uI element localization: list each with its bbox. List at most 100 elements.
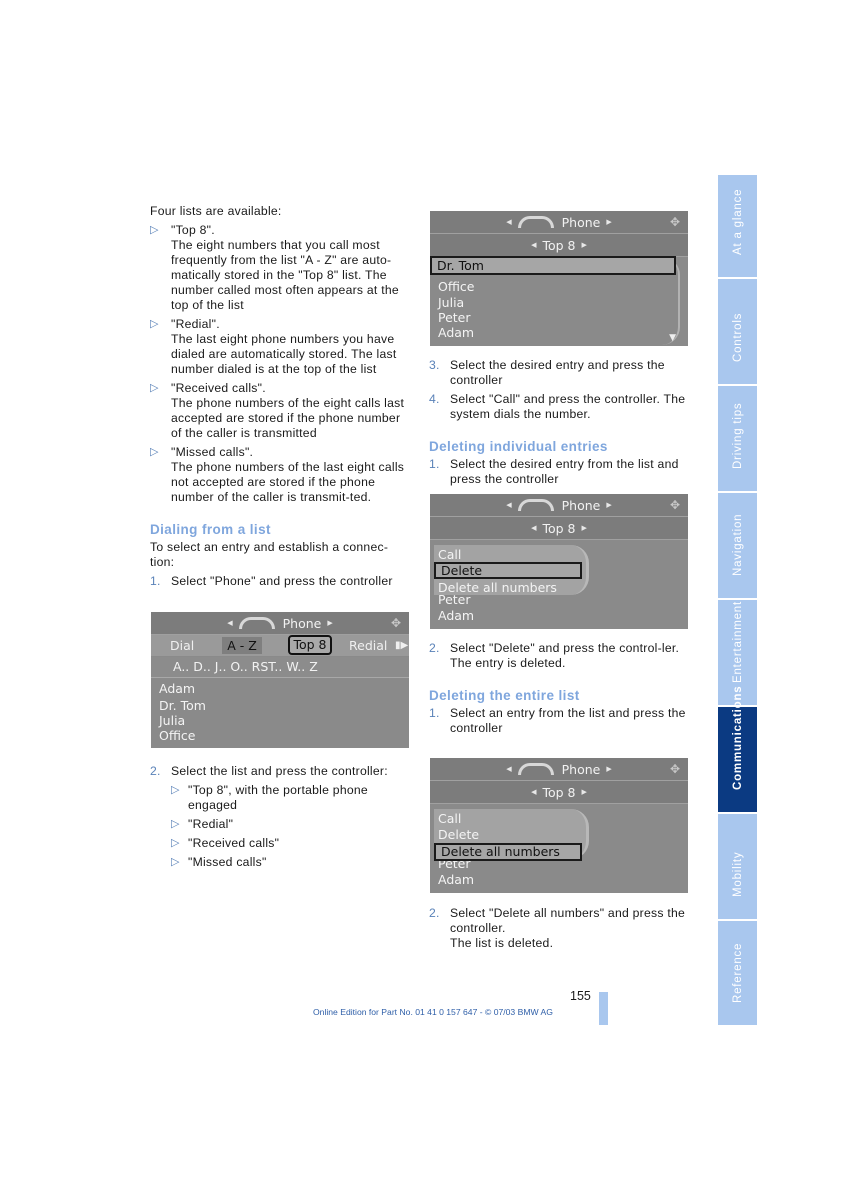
dialing-intro: To select an entry and establish a conne…	[150, 540, 389, 569]
step-text: Select "Call" and press the controller. …	[450, 392, 686, 421]
contact-entry[interactable]: Julia	[438, 295, 464, 310]
menu-item-delete[interactable]: Delete	[434, 562, 582, 579]
chapter-tab-label: Communications	[731, 685, 744, 791]
delete-individual-step-1: 1. Select the desired entry from the lis…	[429, 457, 691, 487]
delete-individual-step-2: 2. Select "Delete" and press the control…	[429, 641, 691, 671]
contact-entry[interactable]: Peter	[438, 310, 471, 325]
chapter-tab-label: Controls	[731, 312, 744, 362]
contact-entry[interactable]: Office	[438, 279, 475, 294]
nav-left-icon: ◀	[506, 501, 512, 509]
step-number: 2.	[429, 641, 440, 655]
screen-title-bar: ◀ Phone ▶	[430, 494, 688, 517]
scroll-down-icon[interactable]: ▼	[669, 333, 676, 343]
step-number: 3.	[429, 358, 440, 372]
selected-entry[interactable]: Dr. Tom	[430, 256, 676, 275]
step-number: 2.	[150, 764, 161, 778]
tab-redial[interactable]: Redial	[349, 637, 387, 654]
step-text: Select the desired entry from the list a…	[450, 457, 679, 486]
list-type-received: ▷ "Received calls". The phone numbers of…	[150, 381, 412, 441]
chapter-tab-label: Reference	[731, 942, 744, 1003]
menu-item-call[interactable]: Call	[438, 547, 461, 562]
chapter-tab-navigation[interactable]: Navigation	[718, 493, 757, 598]
controller-icon: ✥	[390, 616, 402, 630]
phone-handset-icon	[238, 617, 275, 629]
bullet-triangle-icon: ▷	[150, 382, 159, 394]
page-number: 155	[570, 989, 591, 1003]
list-type-desc: The phone numbers of the last eight call…	[171, 460, 405, 504]
screen-title: Phone	[561, 497, 601, 513]
chapter-tab-label: At a glance	[731, 188, 744, 255]
delete-entire-step-2: 2. Select "Delete all numbers" and press…	[429, 906, 691, 951]
menu-item-delete-all[interactable]: Delete all numbers	[438, 580, 557, 595]
chapter-tab-controls[interactable]: Controls	[718, 279, 757, 384]
screen-title: Phone	[561, 761, 601, 777]
screen-title: Phone	[282, 615, 322, 631]
right-column-b: 2. Select "Delete" and press the control…	[429, 641, 691, 736]
chapter-tab-at-a-glance[interactable]: At a glance	[718, 175, 757, 277]
heading-deleting-individual: Deleting individual entries	[429, 439, 608, 454]
nav-right-icon: ▶	[606, 765, 612, 773]
tab-dial[interactable]: Dial	[170, 637, 194, 654]
nav-right-icon: ▶	[581, 524, 587, 532]
step-text: Select "Delete" and press the control-le…	[450, 641, 680, 655]
step-result: The list is deleted.	[450, 936, 554, 950]
nav-left-icon: ◀	[506, 218, 512, 226]
step-text: Select "Phone" and press the controller	[171, 574, 393, 588]
step-number: 4.	[429, 392, 440, 406]
step-text: Select "Delete all numbers" and press th…	[450, 906, 686, 935]
bullet-triangle-icon: ▷	[171, 784, 180, 796]
controller-icon: ✥	[669, 762, 681, 776]
menu-item-delete[interactable]: Delete	[438, 827, 479, 842]
contact-entry[interactable]: Dr. Tom	[159, 698, 206, 713]
tab-a-z[interactable]: A - Z	[222, 637, 262, 654]
dialing-step-2: 2. Select the list and press the control…	[150, 764, 412, 779]
contact-entry: Adam	[438, 608, 475, 623]
contact-entry[interactable]: Julia	[159, 713, 185, 728]
screen-subtitle: Top 8	[542, 237, 576, 253]
screen-subtitle: Top 8	[542, 784, 576, 800]
nav-left-icon: ◀	[506, 765, 512, 773]
list-type-desc: The phone numbers of the eight calls las…	[171, 396, 405, 440]
menu-item-delete-all[interactable]: Delete all numbers	[434, 843, 582, 861]
menu-item-call[interactable]: Call	[438, 811, 461, 826]
contact-entry[interactable]: Office	[159, 728, 196, 743]
list-option: ▷ "Redial"	[171, 817, 412, 832]
intro-text: Four lists are available:	[150, 204, 282, 218]
more-tabs-icon[interactable]: ▮▶	[395, 637, 408, 654]
alpha-index[interactable]: A.. D.. J.. O.. RST.. W.. Z	[151, 657, 409, 678]
nav-left-icon: ◀	[531, 788, 537, 796]
heading-dialing-from-list: Dialing from a list	[150, 522, 271, 537]
nav-right-icon: ▶	[327, 619, 333, 627]
chapter-tab-mobility[interactable]: Mobility	[718, 814, 757, 919]
bullet-triangle-icon: ▷	[150, 318, 159, 330]
heading-deleting-entire: Deleting the entire list	[429, 688, 580, 703]
list-type-top8: ▷ "Top 8". The eight numbers that you ca…	[150, 223, 412, 313]
page-marker-bar	[599, 992, 608, 1025]
list-option-text: "Missed calls"	[188, 855, 267, 869]
screen-subtitle-bar: ◀ Top 8 ▶	[430, 234, 688, 257]
screen-title-bar: ◀ Phone ▶	[430, 758, 688, 781]
step-text: Select the list and press the controller…	[171, 764, 388, 778]
tab-bar: Dial A - Z Top 8 Redial ▮▶	[151, 635, 409, 656]
left-column: Four lists are available: ▷ "Top 8". The…	[150, 204, 412, 589]
bullet-triangle-icon: ▷	[150, 224, 159, 236]
chapter-tab-reference[interactable]: Reference	[718, 921, 757, 1025]
phone-handset-icon	[517, 499, 554, 511]
contact-entry[interactable]: Adam	[438, 325, 474, 340]
bullet-triangle-icon: ▷	[150, 446, 159, 458]
bullet-triangle-icon: ▷	[171, 856, 180, 868]
screen-title-bar: ◀ Phone ▶	[430, 211, 688, 234]
dialing-step-3: 3. Select the desired entry and press th…	[429, 358, 691, 388]
tab-top8[interactable]: Top 8	[288, 635, 332, 655]
chapter-tab-driving-tips[interactable]: Driving tips	[718, 386, 757, 491]
screen-subtitle-bar: ◀ Top 8 ▶	[430, 781, 688, 804]
step-text: Select the desired entry and press the c…	[450, 358, 665, 387]
list-type-missed: ▷ "Missed calls". The phone numbers of t…	[150, 445, 412, 505]
screen-subtitle: Top 8	[542, 520, 576, 536]
bullet-triangle-icon: ▷	[171, 837, 180, 849]
step-text: Select an entry from the list and press …	[450, 706, 686, 735]
nav-right-icon: ▶	[581, 788, 587, 796]
contact-entry[interactable]: Adam	[159, 681, 195, 696]
list-type-title: "Missed calls".	[171, 445, 254, 459]
chapter-tab-communications[interactable]: Communications	[718, 686, 757, 812]
